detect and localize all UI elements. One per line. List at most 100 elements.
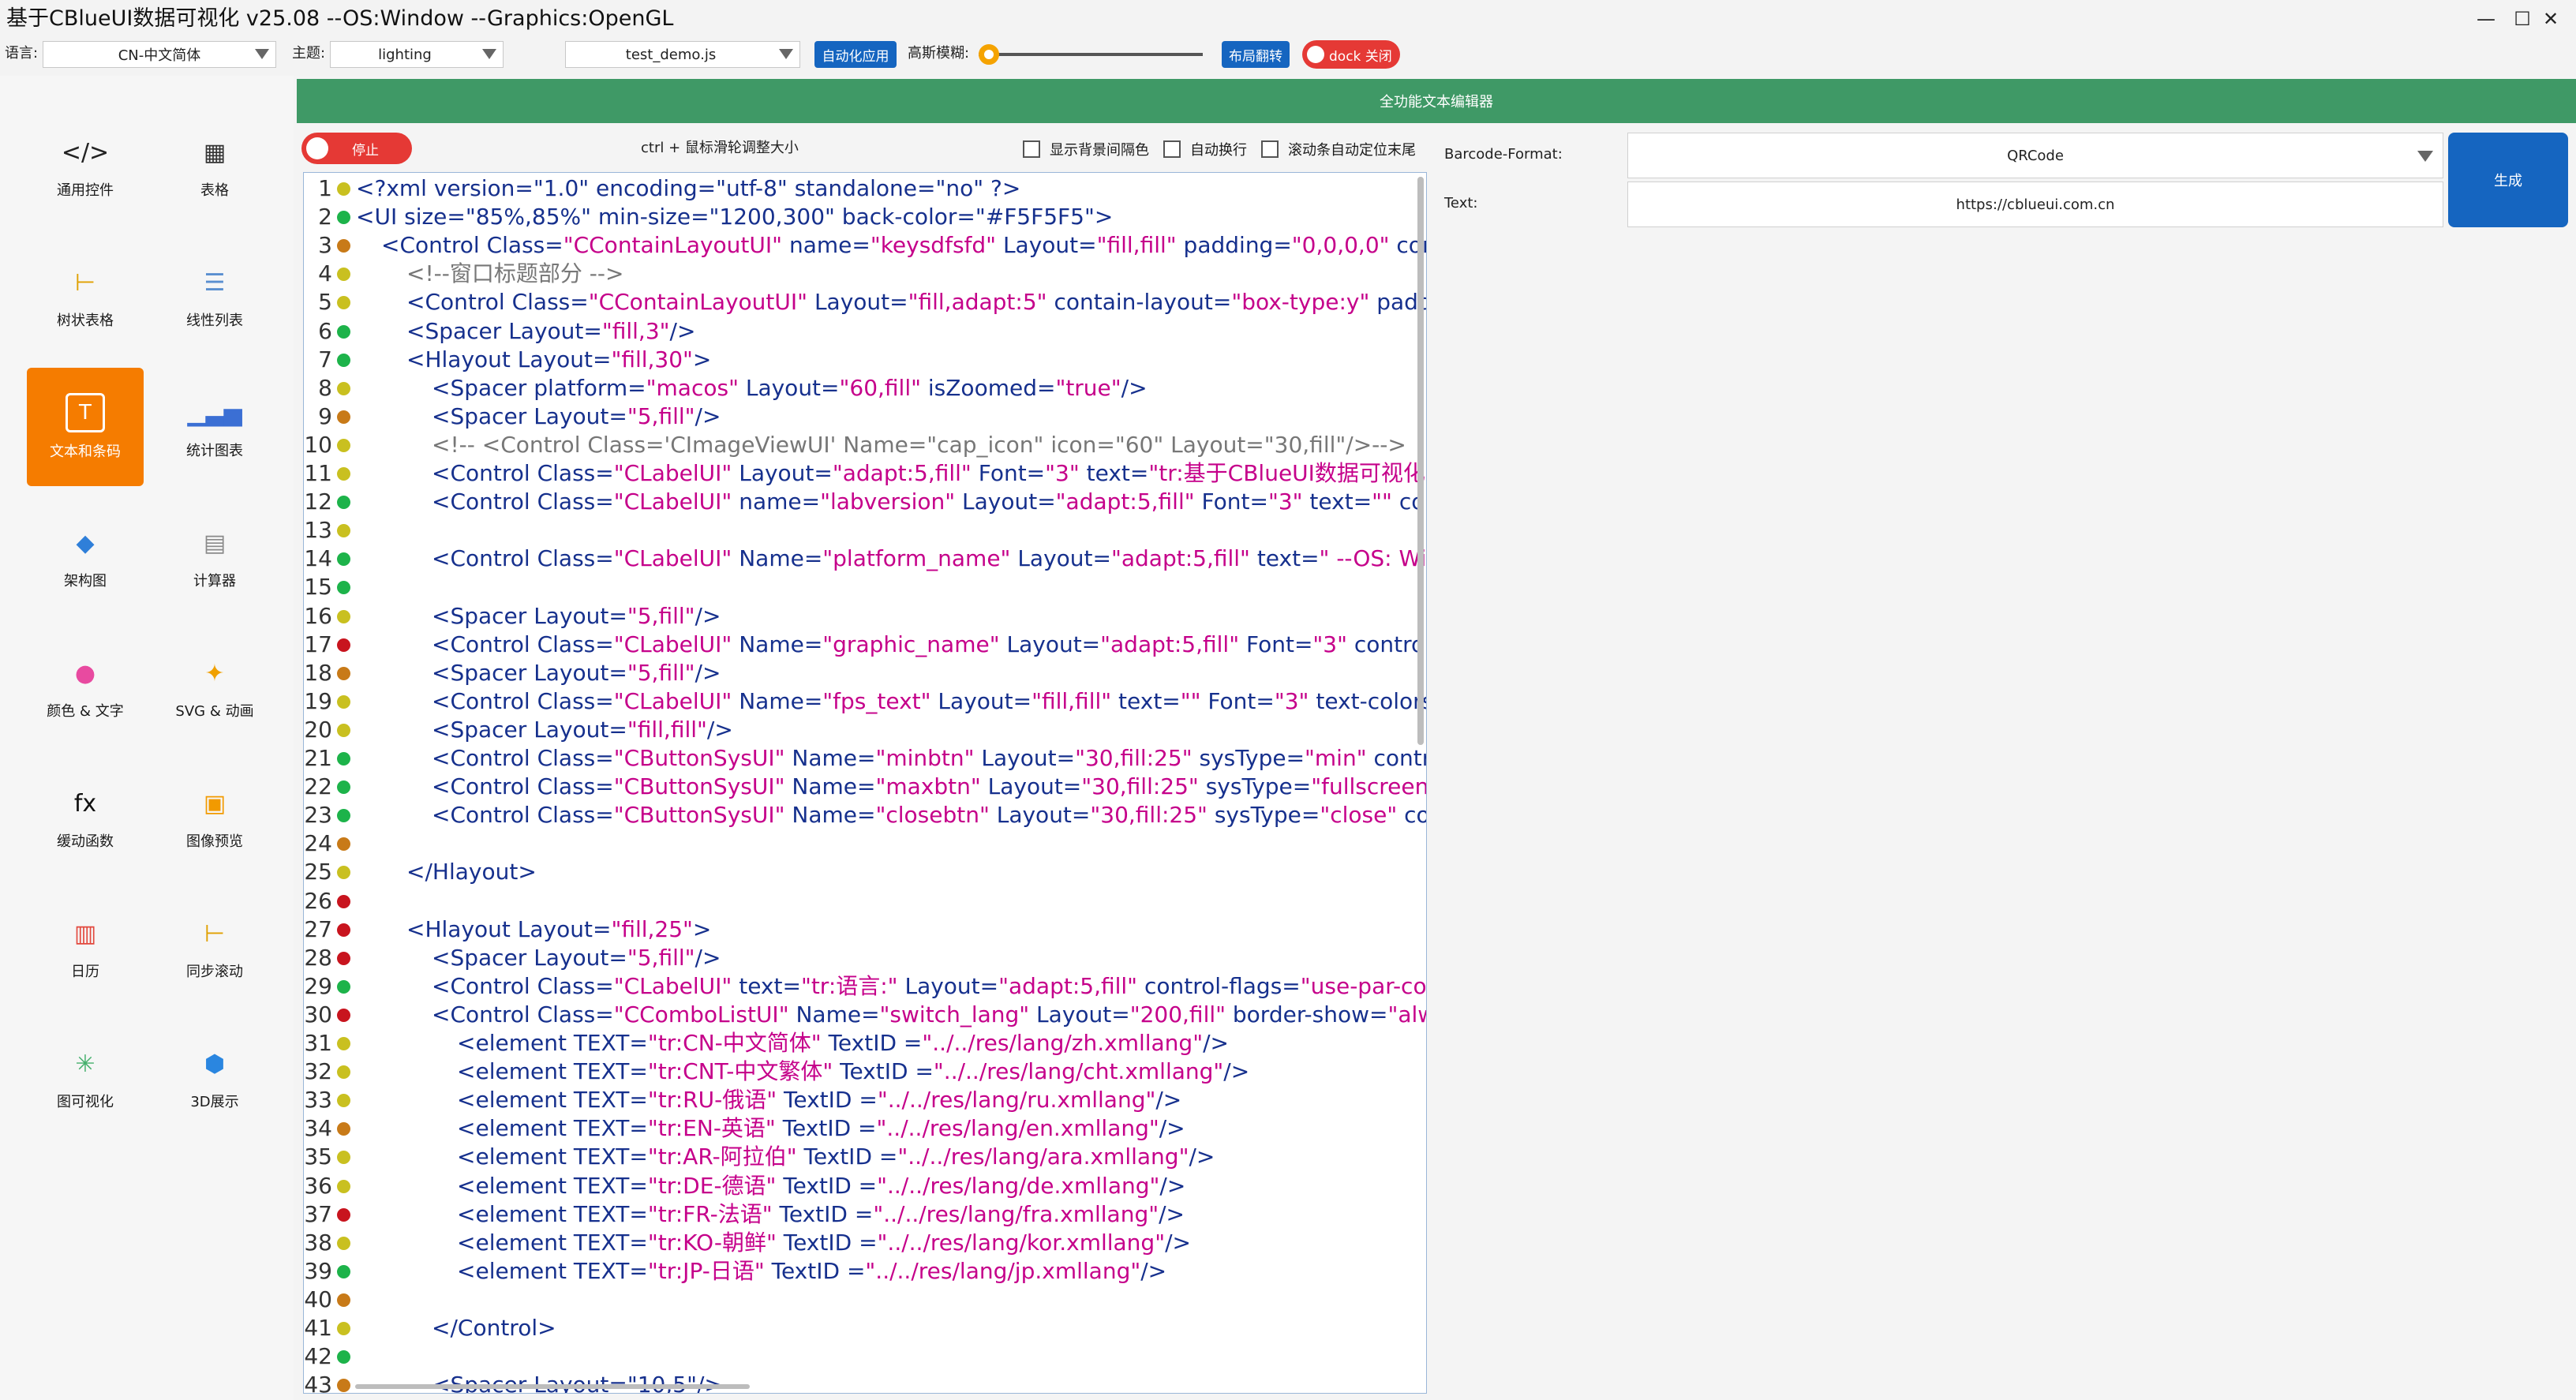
code-line[interactable]: 41 </Control>	[304, 1314, 1426, 1342]
code-text: <Control Class="CLabelUI" Name="fps_text…	[432, 687, 1426, 716]
code-line[interactable]: 4 <!--窗口标题部分 -->	[304, 260, 1426, 288]
code-token: />	[1159, 1115, 1185, 1142]
code-line[interactable]: 18 <Spacer Layout="5,fill"/>	[304, 659, 1426, 687]
code-line[interactable]: 13	[304, 516, 1426, 545]
code-line[interactable]: 42	[304, 1342, 1426, 1371]
code-line[interactable]: 38 <element TEXT="tr:KO-朝鲜" TextID ="../.…	[304, 1229, 1426, 1257]
code-line[interactable]: 22 <Control Class="CButtonSysUI" Name="ma…	[304, 773, 1426, 801]
code-line[interactable]: 25 </Hlayout>	[304, 858, 1426, 886]
sidebar-item-6[interactable]: ▁▃▅ 统计图表	[156, 368, 273, 486]
line-marker-icon	[337, 866, 350, 880]
bg-color-checkbox[interactable]: 显示背景间隔色	[1023, 139, 1149, 159]
barcode-text-input[interactable]: https://cblueui.com.cn	[1627, 182, 2443, 227]
sidebar-item-2[interactable]: ▦ 表格	[156, 107, 273, 226]
code-token: sysType=	[1198, 773, 1312, 800]
code-line[interactable]: 27 <Hlayout Layout="fill,25">	[304, 915, 1426, 944]
sidebar-item-7[interactable]: ◆ 架构图	[27, 498, 144, 616]
sidebar-item-1[interactable]: </> 通用控件	[27, 107, 144, 226]
code-token: />	[1165, 1229, 1191, 1256]
code-line[interactable]: 14 <Control Class="CLabelUI" Name="platfo…	[304, 545, 1426, 573]
code-line[interactable]: 23 <Control Class="CButtonSysUI" Name="cl…	[304, 801, 1426, 829]
generate-button[interactable]: 生成	[2448, 133, 2568, 227]
sidebar-item-5[interactable]: T 文本和条码	[27, 368, 144, 486]
code-line[interactable]: 19 <Control Class="CLabelUI" Name="fps_te…	[304, 687, 1426, 716]
auto-apply-button[interactable]: 自动化应用	[814, 41, 897, 68]
code-text: <!--窗口标题部分 -->	[406, 260, 623, 288]
barcode-format-select[interactable]: QRCode	[1627, 133, 2443, 178]
code-line[interactable]: 17 <Control Class="CLabelUI" Name="graphi…	[304, 631, 1426, 659]
language-select[interactable]: CN-中文简体	[43, 41, 276, 68]
horizontal-scrollbar[interactable]	[355, 1384, 750, 1389]
sidebar-item-15[interactable]: ✳ 图可视化	[27, 1019, 144, 1137]
code-line[interactable]: 33 <element TEXT="tr:RU-俄语" TextID ="../.…	[304, 1086, 1426, 1114]
checkbox-box[interactable]	[1163, 140, 1181, 158]
code-line[interactable]: 26	[304, 887, 1426, 915]
code-line[interactable]: 12 <Control Class="CLabelUI" name="labver…	[304, 488, 1426, 516]
code-line[interactable]: 2 <UI size="85%,85%" min-size="1200,300" …	[304, 203, 1426, 231]
code-token: <Control Class=	[432, 802, 614, 829]
sidebar-item-12[interactable]: ▣ 图像预览	[156, 758, 273, 877]
code-line[interactable]: 3 <Control Class="CContainLayoutUI" name=…	[304, 231, 1426, 260]
code-line[interactable]: 15	[304, 573, 1426, 601]
code-token: "fill,adapt:5"	[908, 289, 1047, 316]
sidebar-item-10[interactable]: ✦ SVG & 动画	[156, 628, 273, 747]
code-token: "../../res/lang/fra.xmllang"	[873, 1200, 1159, 1227]
code-line[interactable]: 16 <Spacer Layout="5,fill"/>	[304, 602, 1426, 631]
scroll-end-checkbox[interactable]: 滚动条自动定位末尾	[1261, 139, 1416, 159]
theme-select[interactable]: lighting	[330, 41, 504, 68]
code-line[interactable]: 40	[304, 1286, 1426, 1314]
line-number: 35	[304, 1144, 332, 1170]
dock-toggle[interactable]: dock 关闭	[1302, 40, 1400, 69]
code-token: "../../res/lang/en.xmllang"	[876, 1115, 1159, 1142]
sidebar-item-13[interactable]: ▥ 日历	[27, 889, 144, 1007]
code-line[interactable]: 28 <Spacer Layout="5,fill"/>	[304, 944, 1426, 972]
code-line[interactable]: 31 <element TEXT="tr:CN-中文简体" TextID ="..…	[304, 1029, 1426, 1057]
code-line[interactable]: 32 <element TEXT="tr:CNT-中文繁体" TextID =".…	[304, 1057, 1426, 1086]
stop-toggle[interactable]: 停止	[301, 133, 412, 164]
code-line[interactable]: 34 <element TEXT="tr:EN-英语" TextID ="../.…	[304, 1114, 1426, 1143]
code-token: "5,fill"	[627, 944, 695, 971]
checkbox-box[interactable]	[1261, 140, 1279, 158]
checkbox-box[interactable]	[1023, 140, 1040, 158]
close-button[interactable]: ✕	[2529, 0, 2573, 38]
script-select[interactable]: test_demo.js	[565, 41, 800, 68]
code-line[interactable]: 39 <element TEXT="tr:JP-日语" TextID ="../.…	[304, 1257, 1426, 1286]
code-editor[interactable]: 1 <?xml version="1.0" encoding="utf-8" st…	[303, 172, 1427, 1394]
code-line[interactable]: 9 <Spacer Layout="5,fill"/>	[304, 402, 1426, 431]
code-line[interactable]: 1 <?xml version="1.0" encoding="utf-8" st…	[304, 174, 1426, 203]
sidebar-item-8[interactable]: ▤ 计算器	[156, 498, 273, 616]
code-line[interactable]: 21 <Control Class="CButtonSysUI" Name="mi…	[304, 744, 1426, 773]
sidebar-item-label: 计算器	[193, 573, 236, 590]
code-line[interactable]: 36 <element TEXT="tr:DE-德语" TextID ="../.…	[304, 1172, 1426, 1200]
code-line[interactable]: 30 <Control Class="CComboListUI" Name="sw…	[304, 1001, 1426, 1029]
text-barcode-icon: T	[66, 393, 105, 432]
code-line[interactable]: 5 <Control Class="CContainLayoutUI" Layou…	[304, 288, 1426, 316]
sidebar-item-4[interactable]: ☰ 线性列表	[156, 238, 273, 356]
code-token: "0,0,0,0"	[1291, 232, 1390, 259]
vertical-scrollbar[interactable]	[1417, 177, 1424, 745]
code-line[interactable]: 37 <element TEXT="tr:FR-法语" TextID ="../.…	[304, 1200, 1426, 1229]
sidebar-item-9[interactable]: ● 颜色 & 文字	[27, 628, 144, 747]
code-line[interactable]: 7 <Hlayout Layout="fill,30">	[304, 346, 1426, 374]
code-line[interactable]: 8 <Spacer platform="macos" Layout="60,fil…	[304, 374, 1426, 402]
sidebar-item-14[interactable]: ⊢ 同步滚动	[156, 889, 273, 1007]
code-line[interactable]: 6 <Spacer Layout="fill,3"/>	[304, 317, 1426, 346]
blur-slider[interactable]	[979, 44, 1203, 65]
sidebar-item-3[interactable]: ⊢ 树状表格	[27, 238, 144, 356]
code-line[interactable]: 29 <Control Class="CLabelUI" text="tr:语言:…	[304, 972, 1426, 1001]
code-line[interactable]: 24	[304, 829, 1426, 858]
code-line[interactable]: 20 <Spacer Layout="fill,fill"/>	[304, 716, 1426, 744]
code-line[interactable]: 35 <element TEXT="tr:AR-阿拉伯" TextID ="../…	[304, 1143, 1426, 1171]
code-line[interactable]: 43 <Spacer Layout="10,5"/>	[304, 1371, 1426, 1393]
code-line[interactable]: 10 <!-- <Control Class='CImageViewUI' Nam…	[304, 431, 1426, 459]
slider-thumb[interactable]	[979, 44, 999, 65]
wrap-checkbox[interactable]: 自动换行	[1163, 139, 1247, 159]
code-token: <Control Class=	[381, 232, 564, 259]
code-token: "CComboListUI"	[613, 1001, 789, 1028]
layout-flip-button[interactable]: 布局翻转	[1222, 41, 1290, 68]
sidebar-item-11[interactable]: fx 缓动函数	[27, 758, 144, 877]
line-marker-icon	[337, 438, 350, 452]
code-line[interactable]: 11 <Control Class="CLabelUI" Layout="adap…	[304, 459, 1426, 488]
line-marker-icon	[337, 353, 350, 367]
sidebar-item-16[interactable]: ⬢ 3D展示	[156, 1019, 273, 1137]
